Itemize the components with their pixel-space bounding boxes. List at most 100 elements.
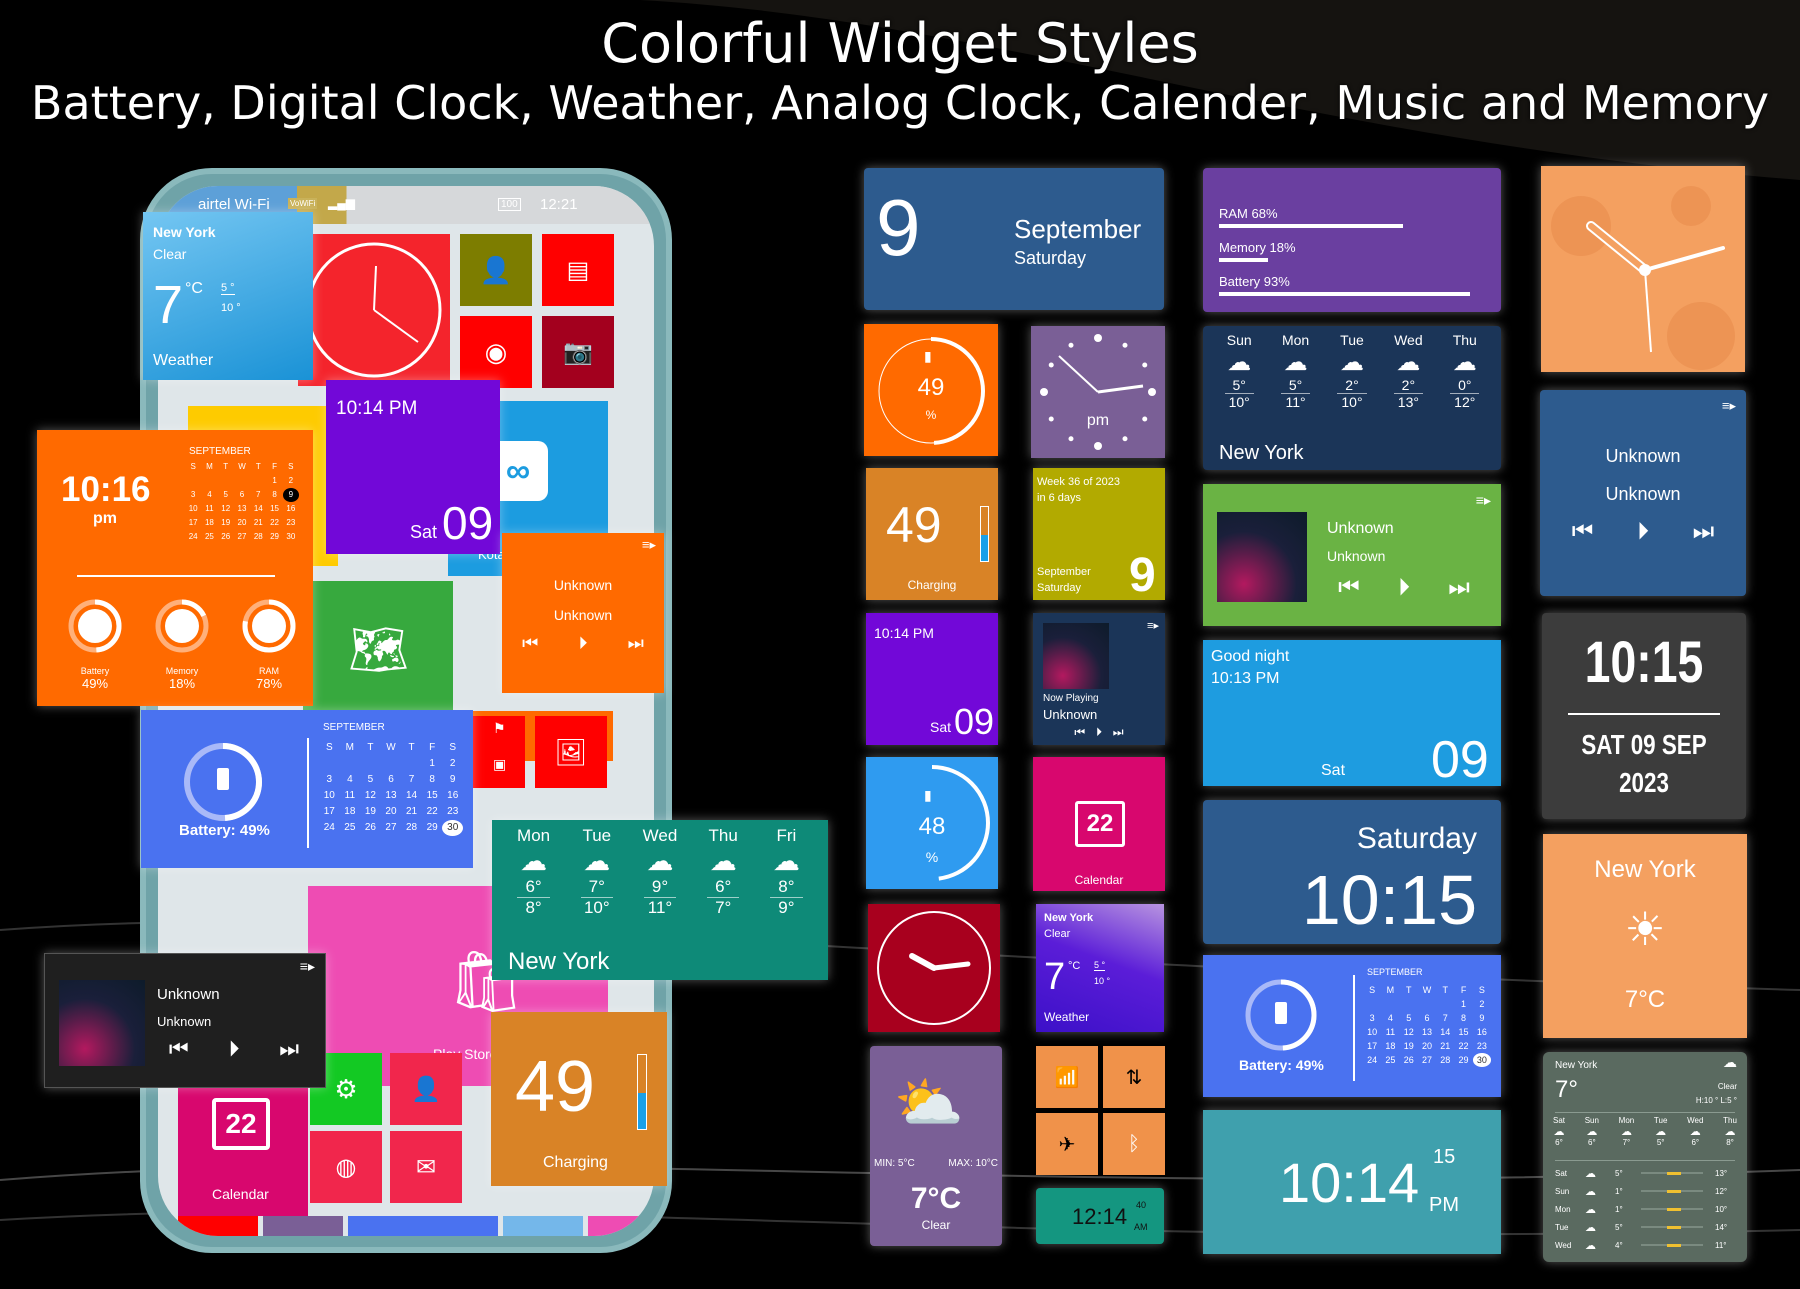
calendar-day[interactable]: 9: [282, 488, 299, 502]
calendar-day[interactable]: 3: [1363, 1011, 1381, 1025]
calendar-day[interactable]: 25: [201, 530, 217, 544]
previous-icon[interactable]: ⏮: [169, 1036, 189, 1062]
previous-icon[interactable]: ⏮: [1338, 574, 1360, 602]
pink-tile[interactable]: [588, 1216, 648, 1236]
orange-clock-calendar-widget[interactable]: 10:16 pm SEPTEMBER S M T W T F S 1 2 3 4 5 6 7 8 9 10 11 1…: [37, 430, 313, 706]
playlist-icon[interactable]: ≡▸: [300, 958, 315, 975]
next-icon[interactable]: ⏭: [1448, 574, 1470, 602]
calendar-day[interactable]: 15: [422, 788, 443, 804]
calendar-day[interactable]: 20: [1418, 1039, 1436, 1053]
play-icon[interactable]: ⏵: [1637, 518, 1649, 546]
calendar-day[interactable]: 5: [360, 772, 381, 788]
calendar-day[interactable]: 3: [185, 488, 201, 502]
analog-clock-floral-widget[interactable]: [1541, 166, 1745, 372]
calendar-app-tile[interactable]: 22 Calendar: [178, 1086, 308, 1216]
calendar-day[interactable]: 6: [1418, 1011, 1436, 1025]
calendar-day[interactable]: 11: [340, 788, 361, 804]
play-icon[interactable]: ⏵: [1096, 725, 1102, 740]
gallery-tile-2[interactable]: [263, 1216, 343, 1236]
calendar-day[interactable]: 1: [1454, 997, 1472, 1011]
calendar-day[interactable]: 23: [1473, 1039, 1491, 1053]
calendar-day[interactable]: 11: [201, 502, 217, 516]
calendar-day[interactable]: 29: [266, 530, 282, 544]
calendar-day[interactable]: 12: [218, 502, 234, 516]
calendar-day[interactable]: 17: [319, 804, 340, 820]
analog-clock-red-widget[interactable]: [868, 904, 1000, 1032]
calendar-day[interactable]: 12: [1400, 1025, 1418, 1039]
calendar-day[interactable]: 9: [442, 772, 463, 788]
next-icon[interactable]: ⏭: [1693, 518, 1715, 546]
calendar-day[interactable]: 14: [401, 788, 422, 804]
analog-clock-tile[interactable]: [298, 234, 450, 386]
calendar-day[interactable]: 19: [1400, 1039, 1418, 1053]
saturday-clock-widget[interactable]: Saturday 10:15: [1203, 800, 1501, 944]
forecast-widget-navy[interactable]: Sun ☁ 5° 10° Mon ☁ 5° 11° Tue ☁ 2° 10° Wed ☁ 2° 13° Thu ☁…: [1203, 326, 1501, 470]
weather-card-widget[interactable]: ⛅ MIN: 5°C MAX: 10°C 7°C Clear: [870, 1046, 1002, 1246]
calendar-day[interactable]: 8: [422, 772, 443, 788]
calendar-day[interactable]: 29: [1454, 1053, 1472, 1067]
calendar-day[interactable]: 30: [1472, 1053, 1491, 1067]
calendar-day[interactable]: 7: [401, 772, 422, 788]
calendar-day[interactable]: 27: [234, 530, 250, 544]
greeting-clock-widget[interactable]: Good night 10:13 PM Sat 09: [1203, 640, 1501, 786]
spotify-tile[interactable]: ◍: [310, 1131, 382, 1203]
previous-icon[interactable]: ⏮: [1074, 725, 1085, 740]
next-icon[interactable]: ⏭: [279, 1036, 299, 1062]
calendar-day[interactable]: 2: [1473, 997, 1491, 1011]
calendar-day[interactable]: 17: [185, 516, 201, 530]
play-icon[interactable]: ⏵: [578, 633, 587, 654]
calendar-day[interactable]: 10: [1363, 1025, 1381, 1039]
calendar-day[interactable]: 12: [360, 788, 381, 804]
music-widget-green[interactable]: ≡▸ Unknown Unknown ⏮ ⏵ ⏭: [1203, 484, 1501, 626]
calendar-day[interactable]: 16: [442, 788, 463, 804]
calendar-day[interactable]: 16: [1473, 1025, 1491, 1039]
calendar-day[interactable]: 2: [442, 756, 463, 772]
calendar-day[interactable]: 24: [185, 530, 201, 544]
calendar-day[interactable]: 18: [201, 516, 217, 530]
calendar-day[interactable]: 7: [1436, 1011, 1454, 1025]
purple-clock-widget[interactable]: 10:14 PM Sat 09: [866, 613, 998, 745]
calendar-day[interactable]: 22: [422, 804, 443, 820]
playlist-icon[interactable]: ≡▸: [642, 537, 656, 553]
calendar-day[interactable]: 26: [218, 530, 234, 544]
memory-widget[interactable]: RAM 68% Memory 18% Battery 93%: [1203, 168, 1501, 312]
music-widget-orange[interactable]: ≡▸ Unknown Unknown ⏮ ⏵ ⏭: [502, 533, 664, 693]
calendar-day[interactable]: 18: [1381, 1039, 1399, 1053]
calendar-day[interactable]: 29: [422, 820, 443, 836]
calendar-day[interactable]: 23: [283, 516, 299, 530]
calendar-day[interactable]: 9: [1473, 1011, 1491, 1025]
next-icon[interactable]: ⏭: [628, 633, 644, 654]
calendar-day[interactable]: 4: [1381, 1011, 1399, 1025]
calendar-day[interactable]: 27: [1418, 1053, 1436, 1067]
calendar-day[interactable]: 13: [381, 788, 402, 804]
calendar-day[interactable]: 28: [250, 530, 266, 544]
calendar-day[interactable]: 8: [266, 488, 282, 502]
calendar-day[interactable]: 16: [283, 502, 299, 516]
music-widget-dark[interactable]: ≡▸ Unknown Unknown ⏮ ⏵ ⏭: [44, 953, 326, 1088]
weather-widget-purple[interactable]: New York Clear 7 °C 5 ° 10 ° Weather: [1036, 904, 1164, 1032]
calendar-day[interactable]: 20: [234, 516, 250, 530]
calendar-day[interactable]: 26: [1400, 1053, 1418, 1067]
calendar-day[interactable]: 13: [1418, 1025, 1436, 1039]
calendar-day[interactable]: 25: [1381, 1053, 1399, 1067]
messages-tile[interactable]: ▤: [542, 234, 614, 306]
calendar-day[interactable]: 19: [360, 804, 381, 820]
weather-simple-widget[interactable]: New York ☀ 7°C: [1543, 834, 1747, 1038]
next-icon[interactable]: ⏭: [1113, 725, 1124, 740]
calendar-day[interactable]: 7: [250, 488, 266, 502]
previous-icon[interactable]: ⏮: [1572, 518, 1594, 546]
play-icon[interactable]: ⏵: [228, 1036, 239, 1062]
battery-arc-widget[interactable]: ▮ 48 %: [866, 757, 998, 889]
calendar-day[interactable]: 6: [381, 772, 402, 788]
chrome-tile[interactable]: ◉: [460, 316, 532, 388]
fm-tile[interactable]: [503, 1216, 583, 1236]
digital-clock-green-widget[interactable]: 12:14 40 AM: [1036, 1188, 1164, 1244]
calendar-day[interactable]: 23: [442, 804, 463, 820]
bluetooth-toggle[interactable]: ᛒ: [1103, 1113, 1165, 1175]
calendar-day[interactable]: 4: [340, 772, 361, 788]
calendar-widget[interactable]: 22 Calendar: [1033, 757, 1165, 891]
calendar-day[interactable]: 30: [442, 820, 463, 836]
calendar-day[interactable]: 10: [185, 502, 201, 516]
weather-widget-phone[interactable]: New York Clear 7 °C 5 ° 10 ° Weather: [143, 212, 313, 380]
camera-tile[interactable]: 📷: [542, 316, 614, 388]
